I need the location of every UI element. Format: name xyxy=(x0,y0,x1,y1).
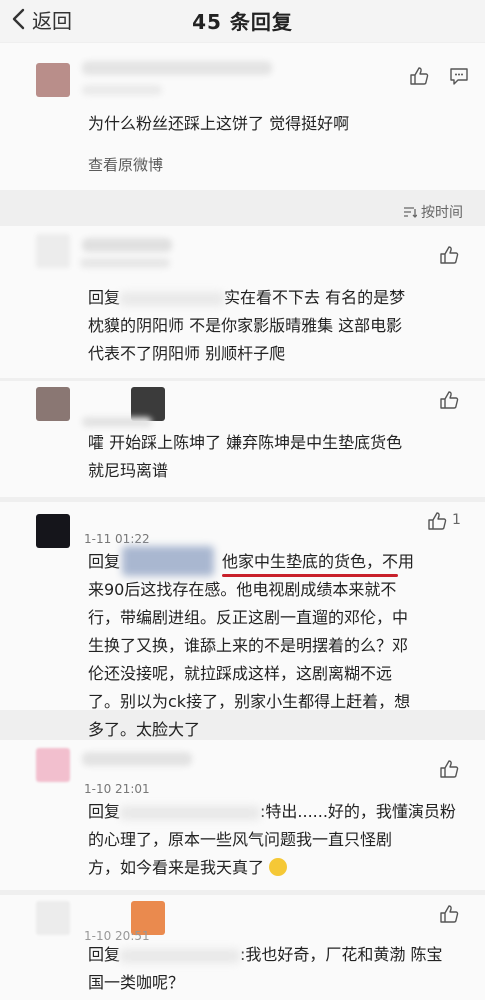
reply-item: 嚯 开始踩上陈坤了 嫌弃陈坤是中生垫底货色 就尼玛离谱 xyxy=(0,381,485,497)
mention-blurred[interactable] xyxy=(120,291,225,306)
reply-text: 回复 实在看不下去 有名的是梦 枕貘的阴阳师 不是你家影版晴雅集 这部电影 代表不… xyxy=(88,284,468,368)
reply-line: 嚯 开始踩上陈坤了 嫌弃陈坤是中生垫底货色 xyxy=(88,433,403,452)
reply-text: 回复 :我也好奇，厂花和黄渤 陈宝 国一类咖呢？ xyxy=(88,941,473,997)
nav-bar: 返回 45 条回复 xyxy=(0,0,485,42)
meta-blurred xyxy=(82,85,162,95)
username-blurred[interactable] xyxy=(82,752,192,766)
reply-line: 生换了又换，谁舔上来的不是明摆着的么？邓 xyxy=(88,636,409,655)
reply-timestamp: 1-11 01:22 xyxy=(84,532,150,546)
reply-item: 回复 实在看不下去 有名的是梦 枕貘的阴阳师 不是你家影版晴雅集 这部电影 代表不… xyxy=(0,226,485,378)
sort-label: 按时间 xyxy=(421,205,463,221)
thumbs-up-icon[interactable] xyxy=(438,903,460,925)
reply-line: 代表不了阴阳师 别顺杆子爬 xyxy=(88,344,286,363)
avatar[interactable] xyxy=(36,748,70,782)
reply-text: 回复:特出......好的，我懂演员粉 的心理了，原本一些风气问题我一直只怪剧 … xyxy=(88,798,473,882)
reply-line: 实在看不下去 有名的是梦 xyxy=(224,288,406,307)
reply-item: 1-10 20:51 回复:我也好奇，厂花和黄渤 陈宝 国一类咖呢？ xyxy=(0,895,485,1000)
view-original-link[interactable]: 查看原微博 xyxy=(88,154,163,175)
laughing-emoji-icon xyxy=(269,858,288,876)
reply-item: 1-11 01:22 1 回复 他家中生垫底的货色，不用 来90后这找存在感。他电… xyxy=(0,502,485,739)
reply-line: ，不用 xyxy=(366,552,415,571)
reply-line: :特出......好的，我懂演员粉 xyxy=(260,802,456,821)
reply-line: 伦还没接呢，就拉踩成这样，这剧离糊不远 xyxy=(88,664,393,683)
avatar[interactable] xyxy=(131,387,165,421)
thumbs-up-icon[interactable] xyxy=(438,244,460,266)
thumbs-up-icon[interactable] xyxy=(438,758,460,780)
sort-by-time-button[interactable]: 按时间 xyxy=(403,202,463,222)
reply-line: 国一类咖呢？ xyxy=(88,973,185,992)
username-blurred[interactable] xyxy=(82,61,272,75)
reply-item: 1-10 21:01 回复 :特出......好的，我懂演员粉 的心理了，原本一些… xyxy=(0,740,485,890)
reply-prefix: 回复 xyxy=(88,552,121,571)
reply-text: 回复 他家中生垫底的货色，不用 来90后这找存在感。他电视剧成绩本来就不 行，带编… xyxy=(88,548,468,744)
thumbs-up-icon[interactable] xyxy=(408,65,430,87)
sort-icon xyxy=(404,207,417,218)
reply-line: 枕貘的阴阳师 不是你家影版晴雅集 这部电影 xyxy=(88,316,403,335)
reply-line: :我也好奇，厂花和黄渤 陈宝 xyxy=(240,945,443,964)
thumbs-up-icon[interactable] xyxy=(426,510,448,532)
avatar[interactable] xyxy=(36,514,70,548)
reply-page: 返回 45 条回复 为什么粉丝还踩上这饼了 觉得挺好啊 查看原微博 按时间 回复… xyxy=(0,0,485,1000)
comment-text: 为什么粉丝还踩上这饼了 觉得挺好啊 xyxy=(88,114,350,133)
avatar[interactable] xyxy=(36,901,70,935)
reply-line: 来90后这找存在感。他电视剧成绩本来就不 xyxy=(88,580,397,599)
reply-text: 嚯 开始踩上陈坤了 嫌弃陈坤是中生垫底货色 就尼玛离谱 xyxy=(88,429,468,485)
comment-icon[interactable] xyxy=(448,65,470,87)
meta-blurred xyxy=(80,258,170,268)
reply-prefix: 回复 xyxy=(88,945,121,964)
meta-blurred xyxy=(82,417,152,427)
reply-line: 的心理了，原本一些风气问题我一直只怪剧 xyxy=(88,830,393,849)
mention-blurred[interactable] xyxy=(120,948,241,963)
mention-blurred[interactable] xyxy=(120,805,261,820)
avatar[interactable] xyxy=(36,63,70,97)
username-blurred[interactable] xyxy=(82,238,172,252)
reply-prefix: 回复 xyxy=(88,802,121,821)
reply-line: 了。别以为ck接了，别家小生都得上赶着，想 xyxy=(88,692,411,711)
avatar[interactable] xyxy=(36,234,70,268)
page-title: 45 条回复 xyxy=(192,10,293,34)
reply-prefix: 回复 xyxy=(88,288,121,307)
avatar[interactable] xyxy=(36,387,70,421)
like-count: 1 xyxy=(452,512,461,528)
reply-line: 行，带编剧进组。反正这剧一直遛的邓伦，中 xyxy=(88,608,409,627)
thumbs-up-icon[interactable] xyxy=(438,389,460,411)
reply-line: 方，如今看来是我天真了 xyxy=(88,858,265,877)
reply-line: 就尼玛离谱 xyxy=(88,461,169,480)
original-comment: 为什么粉丝还踩上这饼了 觉得挺好啊 查看原微博 xyxy=(0,43,485,190)
highlighted-text: 他家中生垫底的货色 xyxy=(222,552,367,571)
reply-timestamp: 1-10 21:01 xyxy=(84,782,150,796)
